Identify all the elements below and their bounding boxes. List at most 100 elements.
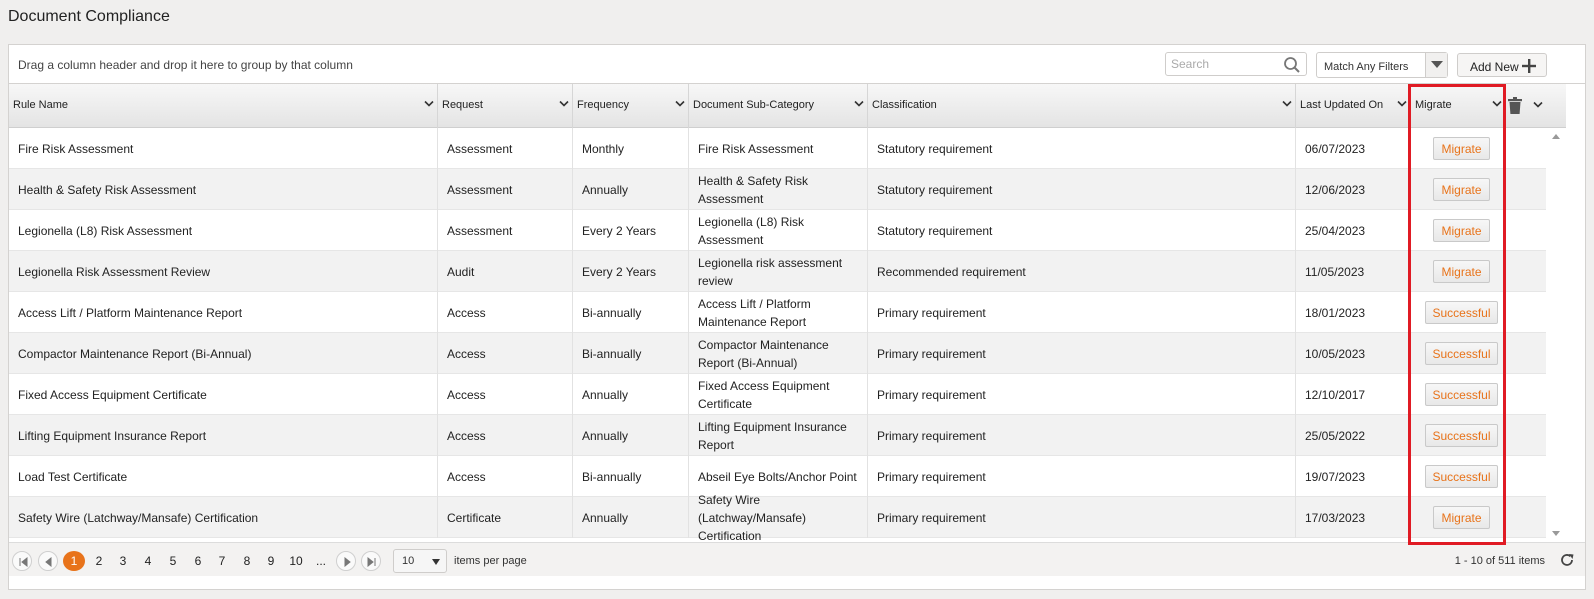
search-icon[interactable] xyxy=(1283,56,1301,74)
cell-rule-name: Health & Safety Risk Assessment xyxy=(9,169,438,210)
table-row[interactable]: Fixed Access Equipment Certificate Access… xyxy=(9,374,1546,415)
cell-migrate: Successful xyxy=(1411,374,1506,415)
cell-last-updated-on: 11/05/2023 xyxy=(1296,251,1411,292)
column-menu-chevron-icon[interactable] xyxy=(1397,100,1407,108)
cell-last-updated-on: 17/03/2023 xyxy=(1296,497,1411,538)
cell-last-updated-on: 06/07/2023 xyxy=(1296,128,1411,169)
page-link[interactable]: 1 xyxy=(63,551,85,571)
add-new-label: Add New xyxy=(1470,60,1519,74)
cell-classification: Statutory requirement xyxy=(868,128,1296,169)
column-menu-chevron-icon[interactable] xyxy=(559,100,569,108)
more-pages-link[interactable]: ... xyxy=(310,551,332,571)
cell-rule-name: Access Lift / Platform Maintenance Repor… xyxy=(9,292,438,333)
previous-page-icon xyxy=(45,557,52,567)
next-page-button[interactable] xyxy=(336,551,356,571)
migration-successful-button[interactable]: Successful xyxy=(1425,383,1498,406)
cell-document-sub-category: Legionella (L8) Risk Assessment xyxy=(689,210,868,251)
column-header-label: Rule Name xyxy=(13,99,69,111)
column-header-frequency[interactable]: Frequency xyxy=(573,84,689,128)
column-header-label: Migrate xyxy=(1415,99,1452,111)
cell-migrate: Successful xyxy=(1411,333,1506,374)
table-row[interactable]: Health & Safety Risk Assessment Assessmen… xyxy=(9,169,1546,210)
migration-successful-button[interactable]: Successful xyxy=(1425,424,1498,447)
pagination-bar: 10 items per page 1 - 10 of 511 items 12… xyxy=(9,542,1585,576)
table-row[interactable]: Lifting Equipment Insurance Report Access… xyxy=(9,415,1546,456)
trash-icon[interactable] xyxy=(1508,97,1522,114)
migrate-button[interactable]: Migrate xyxy=(1433,178,1490,201)
column-header-request[interactable]: Request xyxy=(438,84,573,128)
chevron-down-icon[interactable] xyxy=(1425,53,1447,77)
column-menu-chevron-icon[interactable] xyxy=(675,100,685,108)
cell-document-sub-category: Legionella risk assessment review xyxy=(689,251,868,292)
cell-request: Access xyxy=(438,456,573,497)
cell-frequency: Every 2 Years xyxy=(573,251,689,292)
migrate-button[interactable]: Migrate xyxy=(1433,506,1490,529)
page-link[interactable]: 7 xyxy=(211,551,233,571)
cell-request: Access xyxy=(438,292,573,333)
column-header-rule-name[interactable]: Rule Name xyxy=(9,84,438,128)
column-header-label: Frequency xyxy=(577,99,629,111)
migration-successful-button[interactable]: Successful xyxy=(1425,465,1498,488)
column-menu-chevron-icon[interactable] xyxy=(424,100,434,108)
cell-classification: Primary requirement xyxy=(868,497,1296,538)
vertical-scrollbar[interactable] xyxy=(1546,128,1566,540)
page-link[interactable]: 5 xyxy=(162,551,184,571)
cell-frequency: Monthly xyxy=(573,128,689,169)
cell-classification: Statutory requirement xyxy=(868,210,1296,251)
cell-document-sub-category: Fixed Access Equipment Certificate xyxy=(689,374,868,415)
page-title: Document Compliance xyxy=(8,8,170,25)
page-link[interactable]: 3 xyxy=(112,551,134,571)
migrate-button[interactable]: Migrate xyxy=(1433,137,1490,160)
table-row[interactable]: Fire Risk Assessment Assessment Monthly Fir… xyxy=(9,128,1546,169)
scroll-down-icon[interactable] xyxy=(1552,531,1560,536)
column-header-document-sub-category[interactable]: Document Sub-Category xyxy=(689,84,868,128)
migration-successful-button[interactable]: Successful xyxy=(1425,301,1498,324)
column-header-migrate[interactable]: Migrate xyxy=(1411,84,1506,128)
table-header: Rule Name Request Frequency Document Sub-Ca… xyxy=(9,84,1566,128)
cell-classification: Primary requirement xyxy=(868,415,1296,456)
filter-mode-select[interactable]: Match Any Filters xyxy=(1316,52,1448,78)
cell-rule-name: Fixed Access Equipment Certificate xyxy=(9,374,438,415)
table-row[interactable]: Access Lift / Platform Maintenance Repor… xyxy=(9,292,1546,333)
cell-frequency: Annually xyxy=(573,169,689,210)
page-size-select[interactable]: 10 xyxy=(393,549,447,573)
page-link[interactable]: 4 xyxy=(137,551,159,571)
cell-classification: Primary requirement xyxy=(868,456,1296,497)
column-menu-chevron-icon[interactable] xyxy=(1492,100,1502,108)
cell-last-updated-on: 18/01/2023 xyxy=(1296,292,1411,333)
cell-rule-name: Legionella Risk Assessment Review xyxy=(9,251,438,292)
column-menu-chevron-icon[interactable] xyxy=(854,100,864,108)
cell-document-sub-category: Fire Risk Assessment xyxy=(689,128,868,169)
table-row[interactable]: Legionella (L8) Risk Assessment Assessmen… xyxy=(9,210,1546,251)
cell-last-updated-on: 25/04/2023 xyxy=(1296,210,1411,251)
migrate-button[interactable]: Migrate xyxy=(1433,260,1490,283)
column-header-classification[interactable]: Classification xyxy=(868,84,1296,128)
group-drop-zone[interactable]: Drag a column header and drop it here to… xyxy=(18,58,353,72)
page-link[interactable]: 9 xyxy=(260,551,282,571)
table-row[interactable]: Compactor Maintenance Report (Bi-Annual)… xyxy=(9,333,1546,374)
page-link[interactable]: 2 xyxy=(88,551,110,571)
scroll-up-icon[interactable] xyxy=(1552,134,1560,139)
cell-migrate: Migrate xyxy=(1411,169,1506,210)
migration-successful-button[interactable]: Successful xyxy=(1425,342,1498,365)
page-link[interactable]: 8 xyxy=(236,551,258,571)
first-page-button[interactable] xyxy=(12,551,32,571)
table-row[interactable]: Legionella Risk Assessment Review Audit Ev… xyxy=(9,251,1546,292)
search-input[interactable] xyxy=(1166,53,1276,75)
cell-last-updated-on: 12/06/2023 xyxy=(1296,169,1411,210)
last-page-button[interactable] xyxy=(361,551,381,571)
page-size-value: 10 xyxy=(402,555,415,567)
column-menu-chevron-icon[interactable] xyxy=(1282,100,1292,108)
page-link[interactable]: 6 xyxy=(187,551,209,571)
previous-page-button[interactable] xyxy=(38,551,58,571)
column-header-last-updated-on[interactable]: Last Updated On xyxy=(1296,84,1411,128)
last-page-icon xyxy=(367,557,376,567)
add-new-button[interactable]: Add New xyxy=(1457,53,1547,77)
page-link[interactable]: 10 xyxy=(285,551,307,571)
cell-last-updated-on: 25/05/2022 xyxy=(1296,415,1411,456)
columns-menu-chevron-icon[interactable] xyxy=(1533,101,1543,109)
migrate-button[interactable]: Migrate xyxy=(1433,219,1490,242)
cell-frequency: Bi-annually xyxy=(573,333,689,374)
refresh-icon[interactable] xyxy=(1559,552,1575,568)
table-row[interactable]: Safety Wire (Latchway/Mansafe) Certifica… xyxy=(9,493,1546,540)
